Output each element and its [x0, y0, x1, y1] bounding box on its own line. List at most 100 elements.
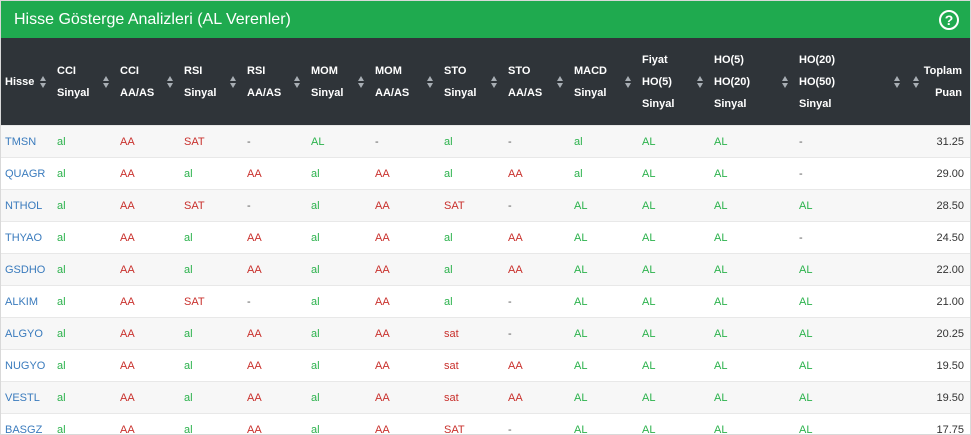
signal-cell: al — [307, 189, 371, 222]
signal-cell: al — [570, 125, 638, 158]
column-header-label: HO(5) — [642, 75, 672, 88]
column-header-8[interactable]: STO AA/AS — [504, 38, 570, 126]
stock-symbol-link[interactable]: ALKIM — [1, 285, 53, 318]
sort-icon[interactable] — [491, 75, 498, 88]
signal-cell: AA — [504, 157, 570, 190]
column-header-4[interactable]: RSI AA/AS — [243, 38, 307, 126]
stock-symbol-link[interactable]: GSDHO — [1, 253, 53, 286]
sort-icon[interactable] — [40, 75, 47, 88]
signal-cell: sat — [440, 349, 504, 382]
signal-cell: AA — [116, 349, 180, 382]
stock-symbol-link[interactable]: NTHOL — [1, 189, 53, 222]
column-header-label: Fiyat — [642, 53, 668, 66]
signal-cell: AA — [116, 221, 180, 254]
column-header-2[interactable]: CCI AA/AS — [116, 38, 180, 126]
table-row[interactable]: GSDHO al AA al AA al AA al AA AL AL AL AL 22.00 — [1, 253, 970, 286]
sort-icon[interactable] — [697, 75, 704, 88]
column-header-3[interactable]: RSI Sinyal — [180, 38, 243, 126]
signal-cell: AL — [638, 253, 710, 286]
sort-icon[interactable] — [625, 75, 632, 88]
panel-header: Hisse Gösterge Analizleri (AL Verenler) … — [1, 1, 970, 38]
sort-icon[interactable] — [167, 75, 174, 88]
column-header-label: Sinyal — [574, 86, 607, 99]
signal-cell: AA — [116, 125, 180, 158]
sort-icon[interactable] — [894, 75, 901, 88]
signal-cell: AL — [795, 381, 907, 414]
column-header-12[interactable]: HO(20) HO(50) Sinyal — [795, 38, 907, 126]
column-header-6[interactable]: MOM AA/AS — [371, 38, 440, 126]
column-header-5[interactable]: MOM Sinyal — [307, 38, 371, 126]
stock-symbol-link[interactable]: VESTL — [1, 381, 53, 414]
column-header-label: RSI — [184, 64, 203, 77]
stock-symbol-link[interactable]: NUGYO — [1, 349, 53, 382]
signal-cell: AL — [795, 253, 907, 286]
table-body: TMSN al AA SAT - AL - al - al AL AL -31.25 QUAGR al AA a… — [1, 125, 970, 434]
signal-cell: al — [440, 221, 504, 254]
sort-icon[interactable] — [294, 75, 301, 88]
column-header-label: Sinyal — [642, 97, 675, 110]
stock-symbol-link[interactable]: TMSN — [1, 125, 53, 158]
table-row[interactable]: BASGZ al AA al AA al AA SAT - AL AL AL AL 17.75 — [1, 413, 970, 434]
stock-symbol-link[interactable]: BASGZ — [1, 413, 53, 434]
stock-symbol-link[interactable]: QUAGR — [1, 157, 53, 190]
signal-cell: AL — [570, 381, 638, 414]
signal-cell: SAT — [180, 189, 243, 222]
column-header-label: HO(5) — [714, 53, 744, 66]
signal-cell: AA — [116, 285, 180, 318]
panel-title: Hisse Gösterge Analizleri (AL Verenler) — [14, 10, 291, 28]
signal-cell: al — [180, 381, 243, 414]
stock-symbol-link[interactable]: THYAO — [1, 221, 53, 254]
table-row[interactable]: QUAGR al AA al AA al AA al AA al AL AL -29.00 — [1, 157, 970, 190]
column-header-label: HO(20) — [714, 75, 751, 88]
signal-cell: AL — [638, 381, 710, 414]
sort-icon[interactable] — [427, 75, 434, 88]
help-icon[interactable]: ? — [939, 9, 959, 30]
indicator-table: Hisse CCI Sinyal CCI AA/AS RSI Sinyal RSI AA/AS M… — [1, 38, 970, 434]
column-header-label: Sinyal — [444, 86, 477, 99]
table-row[interactable]: THYAO al AA al AA al AA al AA AL AL AL -24.50 — [1, 221, 970, 254]
signal-cell: AA — [371, 349, 440, 382]
column-header-1[interactable]: CCI Sinyal — [53, 38, 116, 126]
stock-symbol-link[interactable]: ALGYO — [1, 317, 53, 350]
column-header-10[interactable]: Fiyat HO(5) Sinyal — [638, 38, 710, 126]
sort-icon[interactable] — [230, 75, 237, 88]
sort-icon[interactable] — [782, 75, 789, 88]
signal-cell: sat — [440, 317, 504, 350]
table-row[interactable]: TMSN al AA SAT - AL - al - al AL AL -31.25 — [1, 125, 970, 158]
signal-cell: al — [53, 253, 116, 286]
signal-cell: AL — [638, 189, 710, 222]
signal-cell: AA — [371, 285, 440, 318]
column-header-0[interactable]: Hisse — [1, 38, 53, 126]
table-row[interactable]: VESTL al AA al AA al AA sat AA AL AL AL AL 19.50 — [1, 381, 970, 414]
sort-icon[interactable] — [103, 75, 110, 88]
table-row[interactable]: ALGYO al AA al AA al AA sat - AL AL AL AL 20.25 — [1, 317, 970, 350]
signal-cell: - — [504, 125, 570, 158]
sort-icon[interactable] — [557, 75, 564, 88]
column-header-9[interactable]: MACD Sinyal — [570, 38, 638, 126]
signal-cell: AL — [638, 349, 710, 382]
signal-cell: - — [504, 413, 570, 434]
signal-cell: al — [53, 189, 116, 222]
signal-cell: al — [307, 285, 371, 318]
column-header-7[interactable]: STO Sinyal — [440, 38, 504, 126]
table-row[interactable]: NTHOL al AA SAT - al AA SAT - AL AL AL AL 28.50 — [1, 189, 970, 222]
column-header-label: AA/AS — [120, 86, 155, 99]
column-header-label: CCI — [57, 64, 76, 77]
column-header-13[interactable]: Toplam Puan — [907, 38, 970, 126]
sort-icon[interactable] — [358, 75, 365, 88]
table-row[interactable]: ALKIM al AA SAT - al AA al - AL AL AL AL 21.00 — [1, 285, 970, 318]
signal-cell: AA — [371, 317, 440, 350]
column-header-label: STO — [444, 64, 467, 77]
signal-cell: AL — [795, 317, 907, 350]
signal-cell: AA — [371, 221, 440, 254]
signal-cell: SAT — [440, 413, 504, 434]
table-row[interactable]: NUGYO al AA al AA al AA sat AA AL AL AL AL 19.50 — [1, 349, 970, 382]
column-header-label: Sinyal — [57, 86, 90, 99]
signal-cell: al — [53, 413, 116, 434]
signal-cell: AL — [570, 317, 638, 350]
column-header-11[interactable]: HO(5) HO(20) Sinyal — [710, 38, 795, 126]
column-header-label: AA/AS — [247, 86, 282, 99]
sort-icon[interactable] — [913, 75, 920, 88]
signal-cell: al — [307, 253, 371, 286]
signal-cell: al — [440, 285, 504, 318]
